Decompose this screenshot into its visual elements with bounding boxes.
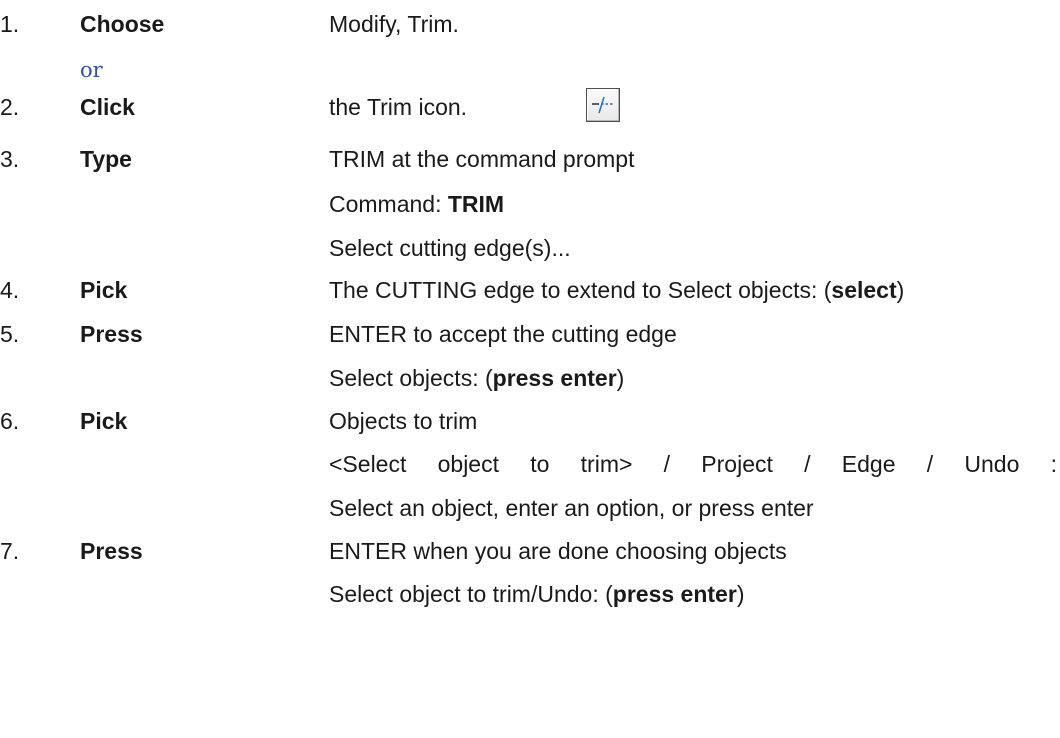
prompt-bold: press enter bbox=[612, 581, 737, 607]
command-prompt: Select object to trim/Undo: (press enter… bbox=[329, 580, 744, 608]
step-description: Modify, Trim. bbox=[329, 11, 459, 37]
step-verb: Choose bbox=[80, 11, 165, 37]
prompt-bold: press enter bbox=[492, 365, 617, 391]
command-prompt: Select objects: (press enter) bbox=[329, 364, 624, 392]
step-description: ENTER to accept the cutting edge bbox=[329, 321, 677, 347]
command-options-hint: Select an object, enter an option, or pr… bbox=[329, 495, 814, 521]
desc-text-end: ) bbox=[896, 277, 905, 303]
command-line: Command: TRIM bbox=[329, 190, 504, 218]
step-description: the Trim icon. bbox=[329, 94, 468, 120]
step-number: 5. bbox=[0, 321, 20, 347]
prompt-text: Select objects: ( bbox=[329, 365, 493, 391]
step-number: 4. bbox=[0, 277, 20, 303]
step-number: 3. bbox=[0, 146, 20, 172]
step-description: The CUTTING edge to extend to Select obj… bbox=[329, 276, 904, 304]
command-options-line: <Select object to trim> / Project / Edge… bbox=[329, 451, 1057, 477]
desc-bold: select bbox=[831, 277, 897, 303]
prompt-text-end: ) bbox=[616, 365, 625, 391]
trim-glyph bbox=[592, 96, 614, 114]
step-description: TRIM at the command prompt bbox=[329, 146, 635, 172]
step-verb: Pick bbox=[80, 408, 128, 434]
step-verb: Click bbox=[80, 94, 135, 120]
command-name: TRIM bbox=[447, 191, 505, 217]
step-verb: Pick bbox=[80, 277, 128, 303]
step-description: ENTER when you are done choosing objects bbox=[329, 538, 787, 564]
command-prompt-note: Select cutting edge(s)... bbox=[329, 235, 571, 261]
step-number: 6. bbox=[0, 408, 20, 434]
desc-text: The CUTTING edge to extend to Select obj… bbox=[329, 277, 832, 303]
step-verb: Press bbox=[80, 538, 143, 564]
trim-icon[interactable] bbox=[586, 88, 620, 122]
step-description: Objects to trim bbox=[329, 408, 478, 434]
prompt-text: Select object to trim/Undo: ( bbox=[329, 581, 613, 607]
prompt-text-end: ) bbox=[736, 581, 745, 607]
step-number: 1. bbox=[0, 11, 20, 37]
step-verb: Press bbox=[80, 321, 143, 347]
step-number: 2. bbox=[0, 94, 20, 120]
step-number: 7. bbox=[0, 538, 20, 564]
command-label: Command: bbox=[329, 191, 448, 217]
or-separator: or bbox=[80, 58, 103, 82]
step-verb: Type bbox=[80, 146, 132, 172]
